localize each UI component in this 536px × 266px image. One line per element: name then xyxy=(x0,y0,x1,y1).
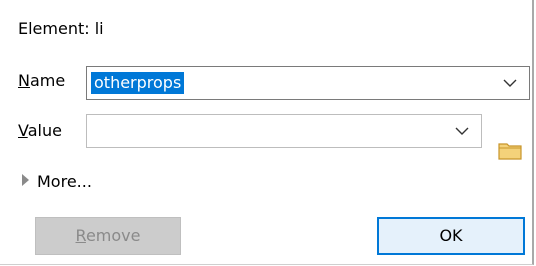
element-title: Element: li xyxy=(18,19,104,38)
name-label: Name xyxy=(18,71,65,90)
value-input[interactable] xyxy=(91,120,97,142)
more-expander[interactable]: More... xyxy=(22,172,92,191)
element-properties-dialog: Element: li Name otherprops Value More..… xyxy=(0,0,534,265)
name-label-access-key: N xyxy=(18,71,30,90)
folder-icon[interactable] xyxy=(498,142,522,160)
value-label-rest: alue xyxy=(27,121,62,140)
chevron-down-icon[interactable] xyxy=(503,77,517,89)
value-label: Value xyxy=(18,121,62,140)
value-label-access-key: V xyxy=(18,121,28,140)
remove-access-key: R xyxy=(75,226,86,245)
ok-button[interactable]: OK xyxy=(377,217,525,255)
name-input[interactable]: otherprops xyxy=(91,72,185,94)
name-label-rest: ame xyxy=(29,71,66,90)
more-label: More... xyxy=(37,172,92,191)
name-combobox[interactable]: otherprops xyxy=(86,66,530,100)
chevron-down-icon[interactable] xyxy=(455,125,469,137)
remove-button[interactable]: Remove xyxy=(35,217,181,255)
value-combobox[interactable] xyxy=(86,114,482,148)
remove-label-rest: emove xyxy=(85,226,141,245)
triangle-right-icon xyxy=(22,174,29,186)
